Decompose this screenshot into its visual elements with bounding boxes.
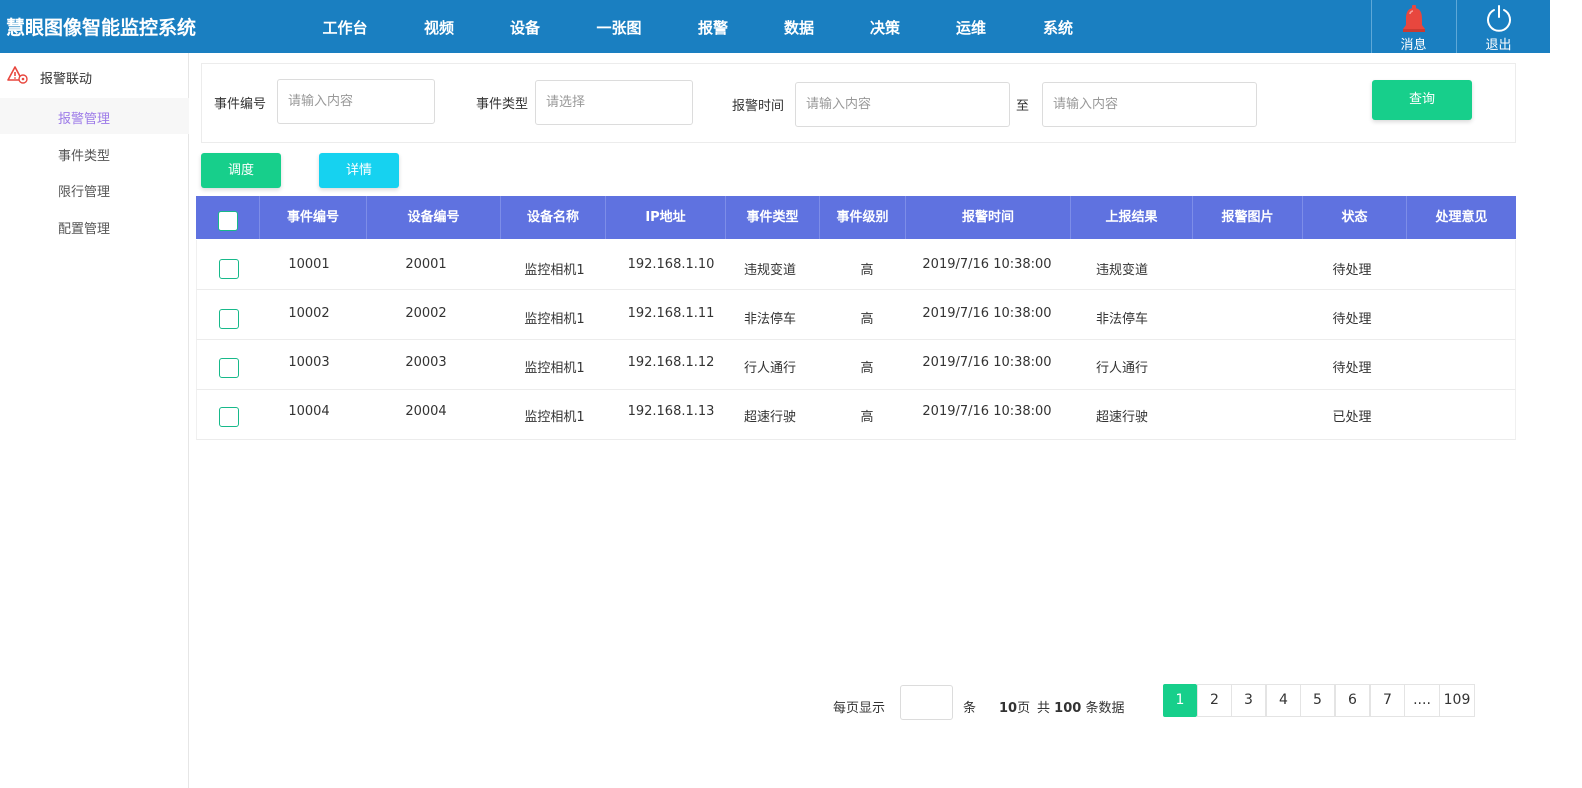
per-page-input[interactable] xyxy=(900,685,953,720)
table-row[interactable]: 10002 20002 监控相机1 192.168.1.11 非法停车 高 20… xyxy=(196,290,1516,340)
event-no-input[interactable]: 请输入内容 xyxy=(277,79,435,124)
sidebar-item-alarm-management[interactable]: 报警管理 xyxy=(0,98,189,134)
page-button-6[interactable]: 6 xyxy=(1335,684,1370,717)
column-header[interactable]: 报警时间 xyxy=(906,196,1071,239)
ip-cell: 192.168.1.13 xyxy=(627,404,715,419)
power-icon xyxy=(1486,5,1511,32)
row-checkbox[interactable] xyxy=(219,407,239,427)
nav-item-device[interactable]: 设备 xyxy=(510,17,540,38)
row-checkbox[interactable] xyxy=(219,309,239,329)
page-button-3[interactable]: 3 xyxy=(1231,684,1266,717)
alarm-time-label: 报警时间 xyxy=(732,99,785,114)
total-prefix: 共 xyxy=(1037,701,1051,716)
nav-item-workbench[interactable]: 工作台 xyxy=(322,17,367,38)
sidebar-item-event-type[interactable]: 事件类型 xyxy=(0,135,189,171)
dispatch-button[interactable]: 调度 xyxy=(201,153,281,188)
alarm-warning-icon xyxy=(7,66,28,84)
sidebar-item-config[interactable]: 配置管理 xyxy=(0,208,189,244)
top-header: 慧眼图像智能监控系统 工作台 视频 设备 一张图 报警 数据 决策 运维 系统 … xyxy=(0,0,1550,53)
column-header[interactable]: 上报结果 xyxy=(1071,196,1193,239)
event-no-cell: 10004 xyxy=(288,404,330,419)
page-button-4[interactable]: 4 xyxy=(1266,684,1301,717)
page-count-value: 10 xyxy=(999,701,1018,716)
column-header[interactable]: IP地址 xyxy=(606,196,726,239)
table-row[interactable]: 10003 20003 监控相机1 192.168.1.12 行人通行 高 20… xyxy=(196,340,1516,390)
bell-icon xyxy=(1402,5,1425,32)
total-count: 100 xyxy=(1054,701,1082,716)
messages-button[interactable]: 消息 xyxy=(1371,0,1455,53)
page-scrollbar[interactable] xyxy=(1550,0,1582,788)
time-from-input[interactable]: 请输入内容 xyxy=(795,82,1010,127)
select-all-column xyxy=(196,196,260,239)
nav-item-video[interactable]: 视频 xyxy=(424,17,454,38)
event-level-cell: 高 xyxy=(860,410,874,425)
report-result-cell: 超速行驶 xyxy=(1095,410,1148,425)
nav-item-alarm[interactable]: 报警 xyxy=(698,17,728,38)
table-header: 事件编号 设备编号 设备名称 IP地址 事件类型 事件级别 报警时间 上报结果 … xyxy=(196,196,1516,239)
sidebar-item-label: 配置管理 xyxy=(58,222,111,237)
app-title: 慧眼图像智能监控系统 xyxy=(6,17,197,39)
page-button-5[interactable]: 5 xyxy=(1300,684,1335,717)
status-cell: 已处理 xyxy=(1332,410,1372,425)
event-type-select[interactable]: 请选择 xyxy=(535,80,693,125)
column-header[interactable]: 事件类型 xyxy=(726,196,820,239)
column-header[interactable]: 事件级别 xyxy=(820,196,906,239)
page-button-7[interactable]: 7 xyxy=(1370,684,1405,717)
page-button-2[interactable]: 2 xyxy=(1197,684,1232,717)
page-button-last[interactable]: 109 xyxy=(1439,684,1475,717)
sidebar-item-label: 报警管理 xyxy=(58,112,111,127)
query-button[interactable]: 查询 xyxy=(1372,80,1472,120)
column-header[interactable]: 事件编号 xyxy=(260,196,367,239)
per-page-unit: 条 xyxy=(963,701,977,716)
column-header[interactable]: 设备编号 xyxy=(367,196,501,239)
event-no-label: 事件编号 xyxy=(214,97,267,112)
alarm-time-cell: 2019/7/16 10:38:00 xyxy=(922,404,1052,419)
column-header[interactable]: 报警图片 xyxy=(1193,196,1303,239)
nav-item-map[interactable]: 一张图 xyxy=(596,17,641,38)
opinion-cell xyxy=(1408,406,1517,456)
table-row[interactable]: 10001 20001 监控相机1 192.168.1.10 违规变道 高 20… xyxy=(196,240,1516,290)
sidebar-item-label: 限行管理 xyxy=(58,185,111,200)
event-type-cell: 超速行驶 xyxy=(743,410,796,425)
page-count: 10页 xyxy=(999,697,1030,716)
sidebar-group-label: 报警联动 xyxy=(40,72,93,87)
event-type-label: 事件类型 xyxy=(476,97,529,112)
device-name-cell: 监控相机1 xyxy=(524,410,585,425)
page-ellipsis[interactable]: .... xyxy=(1404,684,1440,717)
device-no-cell: 20004 xyxy=(405,404,447,419)
row-checkbox[interactable] xyxy=(219,259,239,279)
select-all-checkbox[interactable] xyxy=(218,211,238,231)
row-checkbox[interactable] xyxy=(219,358,239,378)
logout-label: 退出 xyxy=(1485,38,1512,53)
nav-item-ops[interactable]: 运维 xyxy=(956,17,986,38)
column-header[interactable]: 设备名称 xyxy=(501,196,606,239)
page-button-1[interactable]: 1 xyxy=(1163,684,1197,717)
alarm-image-cell xyxy=(1194,406,1304,456)
sidebar: 报警联动 报警管理 事件类型 限行管理 配置管理 xyxy=(0,53,189,788)
nav-item-decision[interactable]: 决策 xyxy=(870,17,900,38)
sidebar-item-restriction[interactable]: 限行管理 xyxy=(0,171,189,207)
total-records: 共 100 条数据 xyxy=(1037,697,1124,716)
sidebar-group-alarm-linkage[interactable]: 报警联动 xyxy=(0,63,189,89)
column-header[interactable]: 处理意见 xyxy=(1407,196,1516,239)
nav-item-data[interactable]: 数据 xyxy=(784,17,814,38)
messages-label: 消息 xyxy=(1400,38,1427,53)
sidebar-item-label: 事件类型 xyxy=(58,149,111,164)
per-page-label: 每页显示 xyxy=(833,701,886,716)
total-suffix: 条数据 xyxy=(1085,701,1125,716)
time-to-input[interactable]: 请输入内容 xyxy=(1042,82,1257,127)
table-row[interactable]: 10004 20004 监控相机1 192.168.1.13 超速行驶 高 20… xyxy=(196,390,1516,440)
nav-item-system[interactable]: 系统 xyxy=(1043,17,1073,38)
detail-button[interactable]: 详情 xyxy=(319,153,399,188)
time-to-separator: 至 xyxy=(1016,99,1030,114)
logout-button[interactable]: 退出 xyxy=(1456,0,1540,53)
column-header[interactable]: 状态 xyxy=(1303,196,1407,239)
page-count-suffix: 页 xyxy=(1017,701,1031,716)
